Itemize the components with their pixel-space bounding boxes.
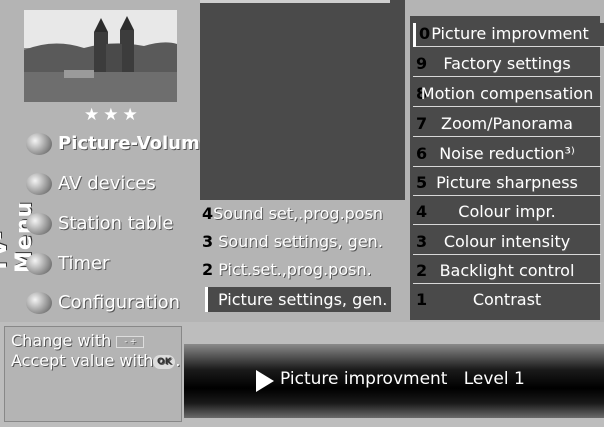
item-label: Backlight control <box>439 261 575 280</box>
orb-icon <box>26 173 52 195</box>
setting-item-noise-reduction[interactable]: 6 Noise reduction³⁾ <box>413 143 601 167</box>
sidebar-item-label: Station table <box>58 213 174 234</box>
setting-item-colour-impr[interactable]: 4 Colour impr. <box>413 201 601 225</box>
rating-stars: ★★★ <box>84 105 142 125</box>
divider <box>413 254 601 255</box>
divider <box>200 0 390 3</box>
setting-item-motion-compensation[interactable]: 8 Motion compensation <box>413 83 601 107</box>
item-label: Motion compensation <box>420 84 594 103</box>
setting-item-picture-improvment[interactable]: 0 Picture improvment <box>413 23 604 47</box>
item-label: Picture improvment <box>431 24 589 43</box>
orb-icon <box>26 213 52 235</box>
divider <box>413 166 601 167</box>
divider <box>413 106 601 107</box>
sidebar-item-picture-volume[interactable]: Picture-Volume <box>20 128 212 160</box>
sidebar-item-label: AV devices <box>58 173 156 194</box>
item-label: Colour intensity <box>443 232 571 251</box>
setting-item-zoom-panorama[interactable]: 7 Zoom/Panorama <box>413 113 601 137</box>
item-label: Zoom/Panorama <box>441 114 573 133</box>
sidebar-item-label: Timer <box>58 253 110 274</box>
divider <box>413 283 601 284</box>
item-number: 2 <box>202 260 214 279</box>
orb-icon <box>26 133 52 155</box>
status-setting-name: Picture improvment <box>280 369 448 389</box>
divider <box>413 224 601 225</box>
setting-item-contrast[interactable]: 1 Contrast <box>413 289 601 313</box>
sidebar-item-station-table[interactable]: Station table <box>20 208 196 240</box>
main-menu-sidebar: ★★★ TV-Menu Picture-Volume AV devices St… <box>0 0 212 322</box>
submenu-item-pict-set-prog[interactable]: 2 Pict.set.,prog.posn. <box>202 260 396 282</box>
help-box: Change with - + Accept value with OK. <box>4 326 182 422</box>
setting-item-colour-intensity[interactable]: 3 Colour intensity <box>413 231 601 255</box>
item-label: Colour impr. <box>458 202 556 221</box>
menu-photo <box>24 10 177 102</box>
item-label: Contrast <box>472 290 542 309</box>
divider <box>413 136 601 137</box>
status-setting-value: Level 1 <box>463 369 525 389</box>
divider <box>416 46 604 47</box>
sidebar-item-av-devices[interactable]: AV devices <box>20 168 196 200</box>
orb-icon <box>26 253 52 275</box>
item-number: 4 <box>202 204 214 223</box>
divider <box>413 195 601 196</box>
item-label: Factory settings <box>443 54 571 73</box>
divider <box>413 76 601 77</box>
setting-item-picture-sharpness[interactable]: 5 Picture sharpness <box>413 172 601 196</box>
ok-button-icon: OK <box>153 354 176 369</box>
item-label: Picture sharpness <box>436 173 578 192</box>
status-bar: Picture improvment Level 1 <box>184 344 604 418</box>
status-text: Picture improvment Level 1 <box>280 369 525 389</box>
setting-item-factory-settings[interactable]: 9 Factory settings <box>413 53 601 77</box>
item-label: Noise reduction³⁾ <box>439 144 575 163</box>
sidebar-item-label: Configuration <box>58 292 181 313</box>
sidebar-item-timer[interactable]: Timer <box>20 248 196 280</box>
sidebar-item-label: Picture-Volume <box>58 133 212 154</box>
item-label: Picture settings, gen. <box>218 290 388 309</box>
help-change-text: Change with <box>11 331 112 350</box>
orb-icon <box>26 292 52 314</box>
item-number: 3 <box>202 232 214 251</box>
submenu-item-sound-settings-gen[interactable]: 3 Sound settings, gen. <box>202 232 396 254</box>
preview-area <box>200 0 405 200</box>
submenu-item-picture-settings-gen[interactable]: Picture settings, gen. <box>218 290 412 312</box>
help-accept-text: Accept value with <box>11 351 154 370</box>
item-label: Sound settings, gen. <box>218 232 383 251</box>
minus-plus-icon: - + <box>116 335 145 348</box>
item-label: Pict.set.,prog.posn. <box>218 260 372 279</box>
item-label: Sound set,.prog.posn <box>213 204 384 223</box>
play-arrow-icon <box>256 370 274 392</box>
setting-item-backlight-control[interactable]: 2 Backlight control <box>413 260 601 284</box>
submenu-item-sound-set-prog[interactable]: 4Sound set,.prog.posn <box>202 204 396 226</box>
sidebar-item-configuration[interactable]: Configuration <box>20 287 196 319</box>
